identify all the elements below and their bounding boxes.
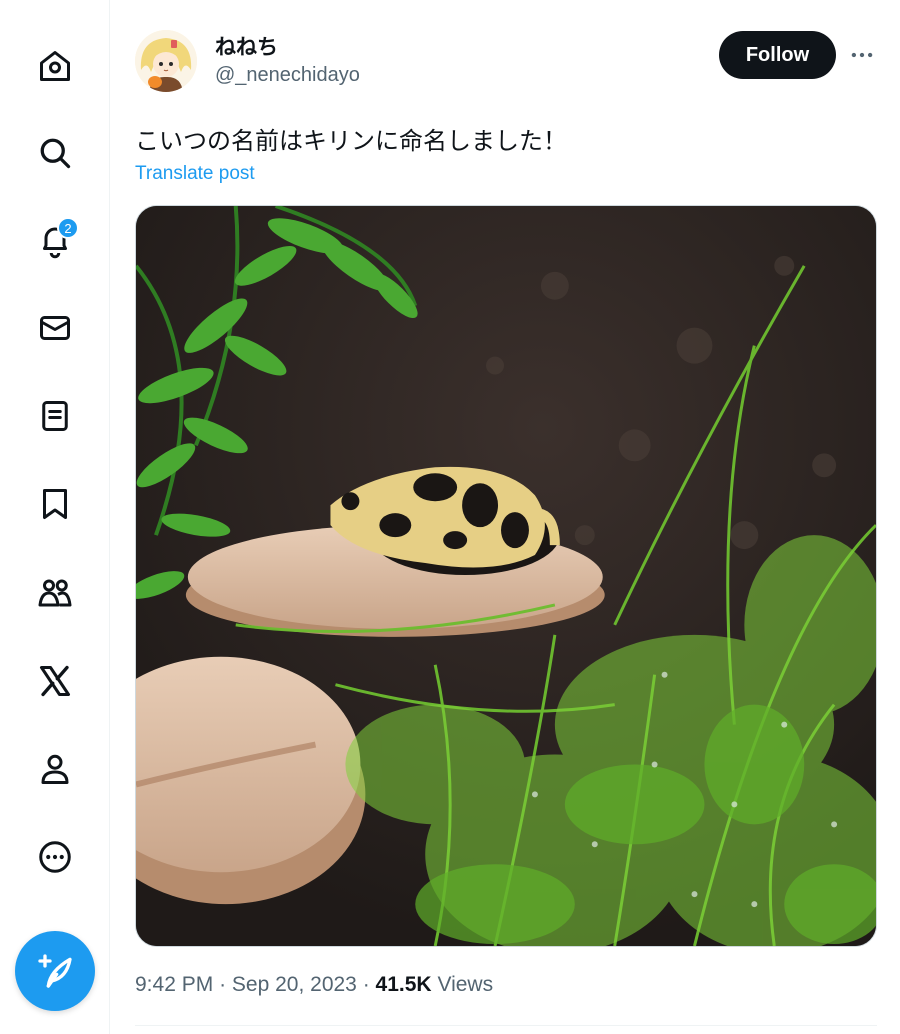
bookmark-icon [43, 489, 67, 519]
display-name[interactable]: ねねち [215, 31, 278, 61]
post-text: こいつの名前はキリンに命名しました！ [135, 128, 567, 155]
ellipsis-icon [851, 52, 873, 58]
translate-post-link[interactable]: Translate post [135, 163, 255, 185]
meta-separator-2: · [362, 973, 370, 996]
nav-communities[interactable] [27, 565, 83, 621]
meta-separator: · [219, 973, 227, 996]
communities-icon [38, 579, 72, 607]
nav-messages[interactable] [27, 300, 83, 356]
views-count: 41.5K [375, 973, 432, 996]
views-label: Views [437, 973, 494, 996]
list-icon [42, 401, 68, 431]
notification-badge: 2 [57, 217, 79, 239]
post: ねねち @_nenechidayo Follow こいつの名前はキリンに命名しま… [135, 0, 877, 1034]
frog-photo [136, 206, 876, 946]
nav-lists[interactable] [27, 388, 83, 444]
more-circle-icon [39, 841, 71, 873]
nav-profile[interactable] [27, 741, 83, 797]
divider [135, 1025, 877, 1026]
nav-bookmarks[interactable] [27, 476, 83, 532]
nav-more[interactable] [27, 829, 83, 885]
user-handle[interactable]: @_nenechidayo [215, 64, 360, 87]
post-more-button[interactable] [847, 40, 877, 70]
post-media[interactable] [135, 205, 877, 947]
post-meta: 9:42 PM · Sep 20, 2023 · 41.5K Views [135, 973, 493, 997]
compose-post-icon [38, 954, 72, 988]
follow-button[interactable]: Follow [719, 31, 836, 79]
x-logo-icon [40, 665, 70, 697]
mail-icon [40, 316, 70, 340]
post-date[interactable]: Sep 20, 2023 [232, 973, 357, 996]
nav-notifications[interactable]: 2 [27, 213, 83, 269]
nav-premium[interactable] [27, 653, 83, 709]
post-time[interactable]: 9:42 PM [135, 973, 213, 996]
avatar-illustration [135, 30, 197, 92]
avatar[interactable] [135, 30, 197, 92]
home-icon [40, 51, 70, 81]
search-icon [40, 138, 71, 169]
person-icon [41, 754, 69, 784]
nav-home[interactable] [27, 38, 83, 94]
nav-explore[interactable] [27, 125, 83, 181]
left-sidebar: 2 [0, 0, 110, 1034]
compose-post-button[interactable] [15, 931, 95, 1011]
